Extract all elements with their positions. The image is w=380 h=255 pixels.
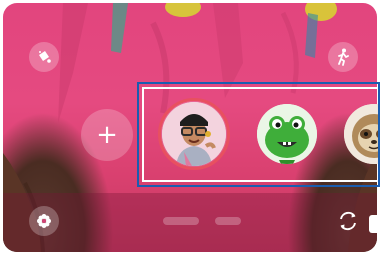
side-tab[interactable]: [369, 215, 377, 233]
walking-figure-icon: [338, 48, 349, 66]
filter-button[interactable]: [29, 206, 59, 236]
switch-camera-button[interactable]: [333, 206, 363, 236]
switch-camera-icon: [340, 211, 356, 231]
body-motion-button[interactable]: [328, 42, 358, 72]
flower-filter-icon: [37, 214, 51, 228]
plus-icon: +: [96, 120, 118, 150]
emoji-carousel: [137, 82, 380, 187]
mode-label-placeholder: [163, 217, 199, 225]
frog-avatar-icon[interactable]: [257, 104, 317, 164]
person-avatar-icon[interactable]: [162, 102, 226, 166]
mode-label-placeholder: [215, 217, 241, 225]
add-emoji-button[interactable]: +: [81, 109, 133, 161]
sticker-effects-button[interactable]: [29, 42, 59, 72]
bucket-sparkle-icon: [39, 51, 51, 63]
